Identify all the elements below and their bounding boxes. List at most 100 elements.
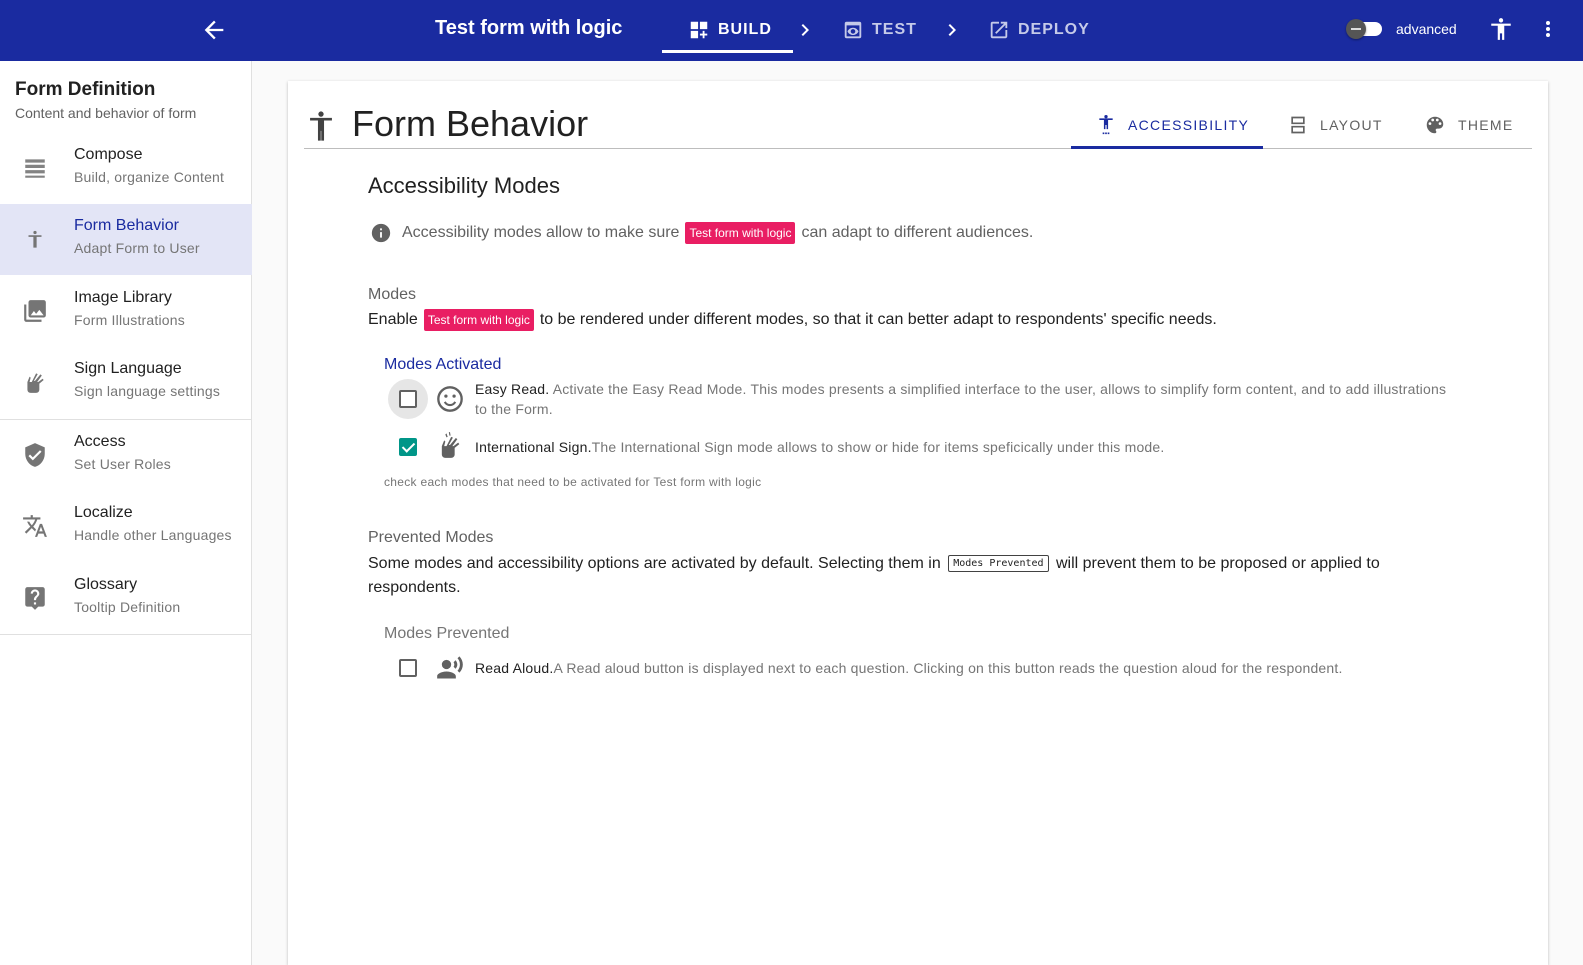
smiley-icon: [437, 386, 463, 412]
accessibility-icon: [1099, 115, 1113, 135]
view-agenda-icon: [1291, 116, 1305, 134]
easy-read-checkbox-wrap[interactable]: [388, 379, 428, 419]
sidebar: Form Definition Content and behavior of …: [0, 61, 252, 965]
sidebar-item-glossary[interactable]: Glossary Tooltip Definition: [0, 563, 252, 634]
image-library-icon: [24, 300, 46, 322]
read-aloud-checkbox-wrap[interactable]: [388, 648, 428, 688]
preview-icon: [844, 21, 862, 39]
step-deploy[interactable]: DEPLOY: [988, 18, 1090, 42]
sidebar-item-label: Access: [74, 433, 126, 450]
tab-accessibility[interactable]: ACCESSIBILITY: [1096, 111, 1249, 139]
sidebar-item-label: Localize: [74, 504, 133, 521]
sidebar-item-sub: Set User Roles: [74, 456, 171, 472]
modes-desc-prefix: Enable: [368, 311, 418, 328]
help-icon: [25, 587, 45, 610]
step-test[interactable]: TEST: [842, 18, 917, 42]
read-aloud-text: Read Aloud.A Read aloud button is displa…: [475, 658, 1450, 678]
modes-description: Enable Test form with logic to be render…: [368, 309, 1217, 331]
mode-name: Read Aloud.: [475, 660, 554, 676]
sidebar-item-sub: Sign language settings: [74, 383, 221, 399]
top-app-bar: Test form with logic BUILD TEST DEPLOY a…: [0, 0, 1583, 61]
chevron-right-icon: [948, 24, 956, 36]
form-behavior-card: Form Behavior ACCESSIBILITY LAYOUT THEME…: [288, 81, 1548, 965]
mode-name: International Sign.: [475, 439, 592, 455]
modes-helper-text: check each modes that need to be activat…: [384, 475, 762, 489]
mode-desc: The International Sign mode allows to sh…: [591, 439, 1165, 455]
step-deploy-label: DEPLOY: [1018, 21, 1090, 38]
back-arrow-icon[interactable]: [200, 16, 228, 44]
sidebar-divider: [0, 634, 252, 635]
info-suffix: can adapt to different audiences.: [801, 224, 1034, 241]
mode-name: Easy Read.: [475, 381, 550, 397]
mode-read-aloud: Read Aloud.A Read aloud button is displa…: [388, 648, 1448, 688]
form-name-chip: Test form with logic: [423, 309, 534, 331]
accessibility-icon[interactable]: [1488, 16, 1514, 42]
section-title: Accessibility Modes: [368, 173, 560, 198]
palette-icon: [1426, 116, 1444, 134]
modes-prevented-code: Modes Prevented: [948, 555, 1049, 572]
sidebar-item-form-behavior[interactable]: Form Behavior Adapt Form to User: [0, 204, 252, 275]
tab-label: THEME: [1458, 117, 1514, 133]
tab-theme[interactable]: THEME: [1424, 111, 1514, 139]
sidebar-item-sub: Adapt Form to User: [74, 240, 200, 256]
info-text: Accessibility modes allow to make sure T…: [370, 222, 1033, 244]
sidebar-item-sub: Build, organize Content: [74, 169, 225, 185]
shield-check-icon: [25, 443, 45, 467]
mode-desc: A Read aloud button is displayed next to…: [553, 660, 1343, 676]
toggle-knob: [1346, 19, 1366, 39]
step-build-label: BUILD: [718, 21, 772, 38]
record-voice-icon: [437, 656, 463, 679]
form-name-chip: Test form with logic: [685, 222, 796, 244]
prevented-modes-heading: Prevented Modes: [368, 529, 494, 546]
mode-easy-read: Easy Read. Activate the Easy Read Mode. …: [388, 379, 1448, 419]
tab-label: ACCESSIBILITY: [1128, 117, 1250, 133]
modes-desc-suffix: to be rendered under different modes, so…: [539, 311, 1217, 328]
sidebar-title: Form Definition: [15, 79, 156, 100]
info-prefix: Accessibility modes allow to make sure: [402, 224, 680, 241]
sidebar-header: Form Definition Content and behavior of …: [15, 79, 196, 121]
easy-read-checkbox[interactable]: [399, 390, 417, 408]
sidebar-item-label: Compose: [74, 146, 143, 163]
sidebar-item-localize[interactable]: Localize Handle other Languages: [0, 491, 252, 562]
modes-activated-label: Modes Activated: [384, 356, 502, 373]
mode-desc: Activate the Easy Read Mode. This modes …: [475, 381, 1447, 417]
sidebar-item-access[interactable]: Access Set User Roles: [0, 420, 252, 491]
translate-icon: [23, 515, 47, 537]
sidebar-item-label: Glossary: [74, 576, 138, 593]
more-vert-icon[interactable]: [1536, 16, 1560, 42]
mode-international-sign: International Sign.The International Sig…: [388, 427, 1448, 467]
sidebar-item-label: Form Behavior: [74, 217, 179, 234]
chevron-right-icon: [801, 24, 809, 36]
modes-prevented-label: Modes Prevented: [384, 625, 510, 642]
sidebar-subtitle: Content and behavior of form: [15, 105, 197, 121]
compose-icon: [25, 159, 45, 178]
sign-language-icon: [441, 432, 460, 458]
page-title: Form Behavior: [352, 103, 589, 144]
step-build[interactable]: BUILD: [688, 18, 772, 42]
prevented-modes-description: Some modes and accessibility options are…: [368, 552, 1398, 600]
form-title: Test form with logic: [435, 17, 623, 39]
tab-label: LAYOUT: [1320, 117, 1383, 133]
sidebar-item-label: Image Library: [74, 289, 172, 306]
sidebar-item-sign-language[interactable]: Sign Language Sign language settings: [0, 347, 252, 418]
dashboard-customize-icon: [690, 21, 708, 39]
active-tab-indicator: [1071, 146, 1263, 149]
sidebar-item-image-library[interactable]: Image Library Form Illustrations: [0, 276, 252, 347]
accessibility-icon: [310, 111, 332, 141]
tab-layout[interactable]: LAYOUT: [1288, 111, 1383, 139]
sidebar-item-compose[interactable]: Compose Build, organize Content: [0, 133, 252, 204]
prevented-desc-prefix: Some modes and accessibility options are…: [368, 555, 941, 572]
advanced-toggle[interactable]: [1346, 19, 1382, 39]
sidebar-item-sub: Handle other Languages: [74, 527, 232, 543]
read-aloud-checkbox[interactable]: [399, 659, 417, 677]
international-sign-checkbox-wrap[interactable]: [388, 427, 428, 467]
advanced-label: advanced: [1396, 21, 1457, 37]
open-in-new-icon: [990, 21, 1008, 39]
step-test-label: TEST: [872, 21, 917, 38]
active-step-indicator: [662, 50, 793, 53]
sidebar-item-sub: Form Illustrations: [74, 312, 185, 328]
international-sign-checkbox[interactable]: [399, 438, 417, 456]
international-sign-text: International Sign.The International Sig…: [475, 437, 1450, 457]
sidebar-item-label: Sign Language: [74, 360, 182, 377]
sidebar-item-sub: Tooltip Definition: [74, 599, 181, 615]
